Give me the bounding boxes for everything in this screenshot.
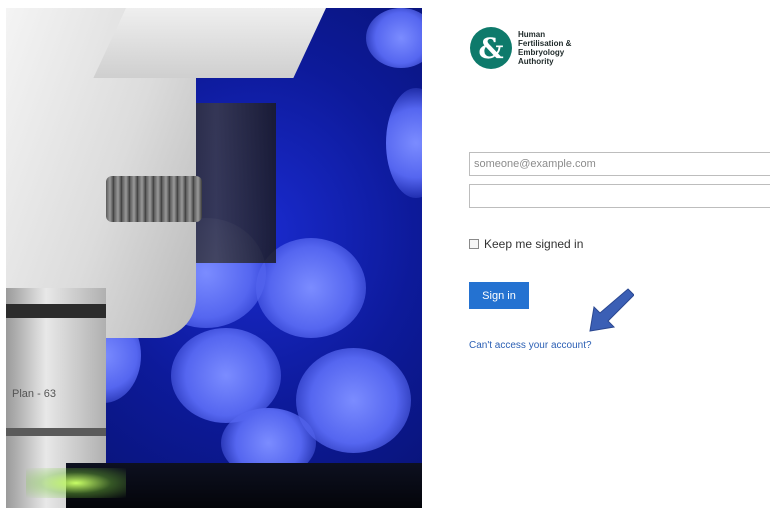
remember-label: Keep me signed in	[484, 237, 584, 251]
slide-glow	[26, 468, 126, 498]
logo-mark-icon: &	[470, 27, 512, 69]
org-logo: & Human Fertilisation & Embryology Autho…	[470, 27, 580, 69]
hero-image: Plan - 63	[6, 8, 422, 508]
arrow-down-left-icon	[589, 288, 634, 332]
objective-ring	[6, 304, 106, 318]
remember-me[interactable]: Keep me signed in	[469, 237, 583, 251]
fluorescent-cell	[386, 88, 422, 198]
remember-checkbox[interactable]	[469, 239, 479, 249]
sign-in-button[interactable]: Sign in	[469, 282, 529, 309]
objective-label: Plan - 63	[12, 388, 57, 400]
password-field[interactable]	[469, 184, 770, 208]
email-field[interactable]	[469, 152, 770, 176]
logo-org-name: Human Fertilisation & Embryology Authori…	[518, 30, 572, 66]
cant-access-account-link[interactable]: Can't access your account?	[469, 340, 592, 351]
objective-ring	[6, 428, 106, 436]
microscope-focus-knob	[106, 176, 202, 222]
microscope-head	[93, 8, 327, 78]
fluorescent-cell	[366, 8, 422, 68]
